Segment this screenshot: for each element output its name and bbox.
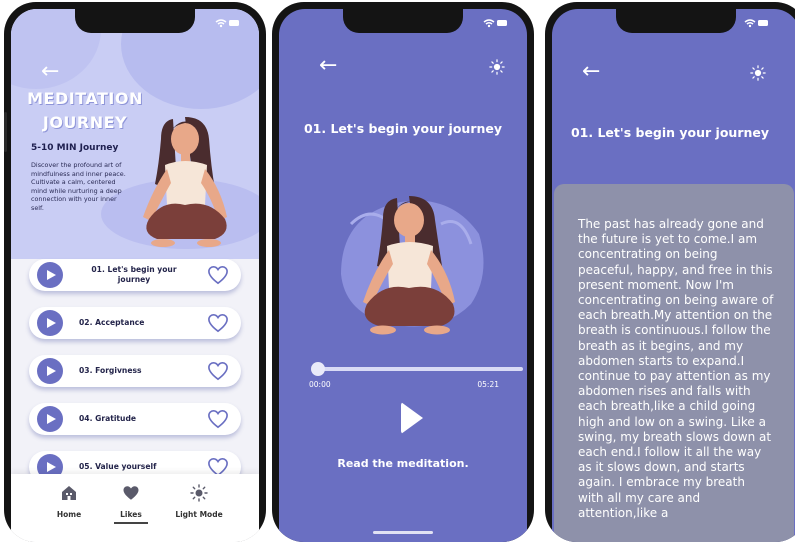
play-icon[interactable] <box>37 358 63 384</box>
active-tab-indicator <box>114 522 148 524</box>
progress-slider[interactable] <box>311 362 523 376</box>
track-item-4[interactable]: 04. Gratitude <box>29 403 241 435</box>
home-icon <box>62 486 76 500</box>
track-label: 04. Gratitude <box>79 414 137 423</box>
meditation-illustration <box>143 117 227 247</box>
phone-player-screen: ← 01. Let's begin your journey 00:00 05:… <box>272 2 534 542</box>
play-icon[interactable] <box>37 262 63 288</box>
meditation-illustration <box>341 196 484 335</box>
heart-icon[interactable] <box>207 313 229 333</box>
play-icon[interactable] <box>401 402 423 434</box>
read-meditation-link[interactable]: Read the meditation. <box>279 457 527 470</box>
status-icons <box>483 19 509 31</box>
track-title: 01. Let's begin your journey <box>570 125 770 140</box>
volume-button <box>4 112 7 152</box>
tab-home[interactable]: Home <box>39 484 99 519</box>
track-item-2[interactable]: 02. Acceptance <box>29 307 241 339</box>
phone-reading-screen: ← 01. Let's begin your journey The past … <box>545 2 795 542</box>
meditation-text[interactable]: The past has already gone and the future… <box>578 217 774 521</box>
tab-label: Home <box>56 510 82 519</box>
sun-icon[interactable] <box>489 59 505 75</box>
tab-label: Likes <box>120 510 142 519</box>
notch <box>75 9 195 33</box>
track-title: 01. Let's begin your journey <box>303 121 503 136</box>
journey-duration: 5-10 MIN Journey <box>31 143 119 153</box>
progress-knob[interactable] <box>311 362 325 376</box>
heart-icon[interactable] <box>207 409 229 429</box>
sun-icon[interactable] <box>750 65 766 81</box>
notch <box>343 9 463 33</box>
heart-icon[interactable] <box>207 361 229 381</box>
heart-icon[interactable] <box>207 265 229 285</box>
tab-likes[interactable]: Likes <box>101 484 161 519</box>
reading-screen: ← 01. Let's begin your journey The past … <box>552 9 795 542</box>
bottom-tab-bar: Home Likes Light Mode <box>11 474 259 542</box>
tab-label: Light Mode <box>175 510 223 519</box>
journey-description: Discover the profound art of mindfulness… <box>31 161 126 212</box>
notch <box>616 9 736 33</box>
track-item-3[interactable]: 03. Forgivness <box>29 355 241 387</box>
player-screen: ← 01. Let's begin your journey 00:00 05:… <box>279 9 527 542</box>
status-icons <box>215 19 241 31</box>
phone-home-screen: ← MEDITATION JOURNEY 5-10 MIN Journey Di… <box>4 2 266 542</box>
play-icon[interactable] <box>37 310 63 336</box>
back-arrow-icon[interactable]: ← <box>582 61 600 83</box>
track-label: 01. Let's begin your journey <box>91 265 177 284</box>
home-indicator <box>373 531 433 534</box>
track-item-1[interactable]: 01. Let's begin your journey <box>29 259 241 291</box>
heart-icon <box>123 486 139 500</box>
home-screen: ← MEDITATION JOURNEY 5-10 MIN Journey Di… <box>11 9 259 542</box>
play-icon[interactable] <box>37 406 63 432</box>
back-arrow-icon[interactable]: ← <box>41 61 59 83</box>
track-label: 02. Acceptance <box>79 318 145 327</box>
time-total: 05:21 <box>477 380 499 389</box>
status-icons <box>744 19 770 31</box>
time-elapsed: 00:00 <box>309 380 331 389</box>
back-arrow-icon[interactable]: ← <box>319 55 337 77</box>
track-label: 03. Forgivness <box>79 366 142 375</box>
sun-icon <box>190 484 208 502</box>
tab-light-mode[interactable]: Light Mode <box>169 484 229 519</box>
